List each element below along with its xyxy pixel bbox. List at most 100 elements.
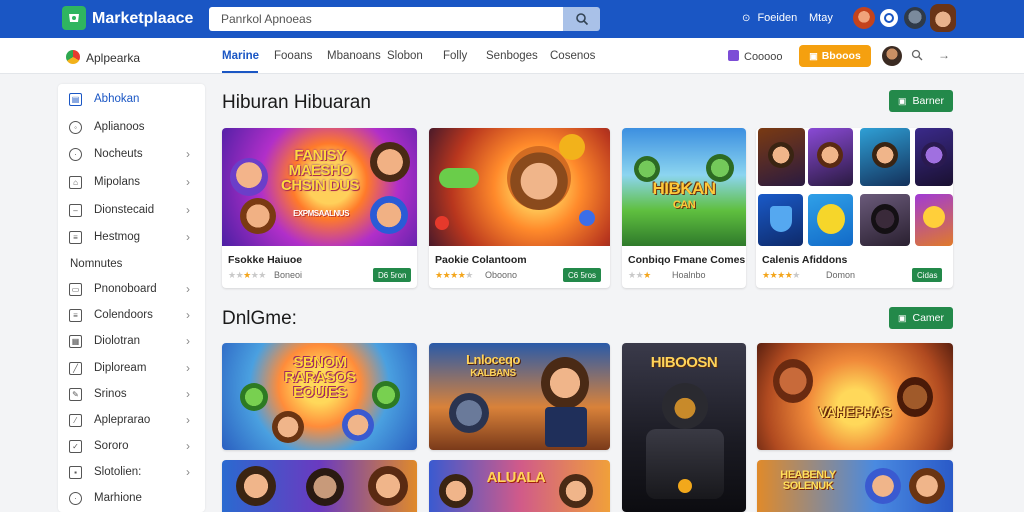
app-icon (66, 50, 80, 64)
sidebar-item-slotolien[interactable]: ▪ Slotolien: › (58, 462, 205, 484)
game-art-subtitle: CAN (672, 199, 696, 211)
tab-cosenos[interactable]: Cosenos (550, 50, 595, 62)
sidebar-item-abhokan[interactable]: ▤ Abhokan (58, 89, 205, 111)
character-art (368, 466, 408, 506)
sidebar: ▤ Abhokan ◦ Aplianoos · Nocheuts › ⌂ Mip… (58, 84, 205, 512)
game-card[interactable]: Lnloceqo KALBANS (429, 343, 610, 450)
brush-icon: ⁄ (69, 414, 82, 427)
avatar[interactable] (853, 7, 875, 29)
sidebar-item-dionstecaid[interactable]: – Dionstecaid › (58, 200, 205, 222)
chevron-right-icon: › (186, 465, 190, 479)
chevron-right-icon: › (186, 282, 190, 296)
tab-marine[interactable]: Marine (222, 50, 259, 62)
section-action-button[interactable]: ▣ Camer (889, 307, 953, 329)
user-avatar[interactable] (882, 46, 902, 66)
rating-stars: ★★★★★ (435, 270, 473, 280)
game-card[interactable]: HIBOOSN (622, 343, 746, 512)
character-art (372, 381, 400, 409)
sidebar-item-aplianoos[interactable]: ◦ Aplianoos (58, 117, 205, 139)
character-art (706, 154, 734, 182)
sidebar-item-mipolans[interactable]: ⌂ Mipolans › (58, 172, 205, 194)
clock-icon: · (69, 148, 82, 161)
search-button[interactable] (563, 7, 600, 31)
sidebar-item-sororo[interactable]: ✓ Sororo › (58, 436, 205, 458)
game-art-title: HIBOOSN (650, 354, 718, 371)
sidebar-item-marhione[interactable]: · Marhione (58, 488, 205, 510)
game-card[interactable]: HEABENLY SOLENUK (757, 460, 953, 512)
gamepad-icon: ▣ (897, 95, 907, 106)
game-tile[interactable] (915, 194, 953, 246)
sub-link[interactable]: Cooooo (744, 51, 783, 63)
home-icon: ▤ (69, 93, 82, 106)
game-card[interactable]: FANISY MAESHO CHSIN DUS EXPMSAALNUS Fsok… (222, 128, 417, 288)
rating-text: Domon (826, 270, 856, 280)
game-card[interactable]: HIBKAN CAN Conbiqo Fmane Comes ★★★ Hoaln… (622, 128, 746, 288)
character-art (370, 196, 408, 234)
game-title: Calenis Afiddons (762, 254, 848, 266)
profile-avatar[interactable] (930, 4, 956, 32)
chevron-right-icon: › (186, 175, 190, 189)
game-card[interactable]: VAHEPHAS (757, 343, 953, 450)
shield-icon (770, 206, 792, 232)
price-badge[interactable]: D6 5ron (373, 268, 412, 282)
search-icon[interactable] (911, 49, 923, 64)
settings-icon[interactable] (880, 9, 898, 27)
game-card[interactable]: ALUALA (429, 460, 610, 512)
sidebar-item-apleprarao[interactable]: ⁄ Apleprarao › (58, 410, 205, 432)
sidebar-item-diolotran[interactable]: ▦ Diolotran › (58, 331, 205, 353)
sidebar-item-nocheuts[interactable]: · Nocheuts › (58, 144, 205, 166)
sidebar-item-diploream[interactable]: ╱ Diploream › (58, 358, 205, 380)
tag-icon: ⌂ (69, 176, 82, 189)
chevron-right-icon: › (186, 361, 190, 375)
price-badge[interactable]: Cidas (912, 268, 943, 282)
game-tile[interactable] (808, 128, 853, 186)
game-card[interactable] (222, 460, 417, 512)
game-tile[interactable] (860, 128, 910, 186)
box-icon: ▪ (69, 466, 82, 479)
game-card[interactable]: Paokie Colantoom ★★★★★ Oboono C6 5ros (429, 128, 610, 288)
rating-stars: ★★★★★ (762, 270, 800, 280)
tab-folly[interactable]: Folly (443, 50, 467, 62)
price-badge[interactable]: C6 5ros (563, 268, 602, 282)
sidebar-item-colendoors[interactable]: ≡ Colendoors › (58, 305, 205, 327)
tab-mbanoans[interactable]: Mbanoans (327, 50, 381, 62)
info-icon: · (69, 492, 82, 505)
chevron-right-icon: › (186, 413, 190, 427)
game-tile[interactable] (860, 194, 910, 246)
character-art (342, 409, 374, 441)
section-action-button[interactable]: ▣ Barner (889, 90, 953, 112)
sidebar-item-pnonoboard[interactable]: ▭ Pnonoboard › (58, 279, 205, 301)
sidebar-item-srinos[interactable]: ✎ Srinos › (58, 384, 205, 406)
search-input[interactable] (209, 7, 563, 31)
arrow-right-icon[interactable]: → (938, 48, 950, 62)
character-art (921, 142, 947, 168)
tab-fooans[interactable]: Fooans (274, 50, 312, 62)
game-art-title: HEABENLY SOLENUK (780, 469, 836, 492)
top-link-1[interactable]: ⊙ Foeiden (742, 12, 797, 24)
game-tile[interactable] (758, 128, 805, 186)
avatar[interactable] (904, 7, 926, 29)
game-title: Paokie Colantoom (435, 254, 527, 266)
sidebar-item-hestmog[interactable]: ≡ Hestmog › (58, 227, 205, 249)
tab-slobon[interactable]: Slobon (387, 50, 423, 62)
app-name[interactable]: Aplpearka (86, 51, 140, 65)
marketplace-logo-icon[interactable] (62, 6, 86, 30)
top-bar: Marketplaace ⊙ Foeiden Mtay (0, 0, 1024, 38)
character-art (923, 206, 945, 228)
game-thumbnail: ALUALA (429, 460, 610, 512)
game-card[interactable]: SBNOM RARASOS EOUIES (222, 343, 417, 450)
top-link-2[interactable]: Mtay (809, 12, 833, 24)
brand-name[interactable]: Marketplaace (92, 10, 193, 28)
game-tile[interactable] (915, 128, 953, 186)
rating-text: Oboono (485, 270, 518, 280)
character-art (439, 474, 473, 508)
game-tile[interactable] (758, 194, 803, 246)
orange-action-button[interactable]: ▣ Bbooos (799, 45, 871, 67)
game-thumbnail: VAHEPHAS (757, 343, 953, 450)
game-card[interactable]: Calenis Afiddons ★★★★★ Domon Cidas (756, 128, 953, 288)
game-title: Fsokke Haiuoe (228, 254, 303, 266)
tab-senboges[interactable]: Senboges (486, 50, 538, 62)
coin-art (678, 479, 692, 493)
game-art-title: FANISY MAESHO CHSIN DUS (280, 147, 360, 194)
game-tile[interactable] (808, 194, 853, 246)
